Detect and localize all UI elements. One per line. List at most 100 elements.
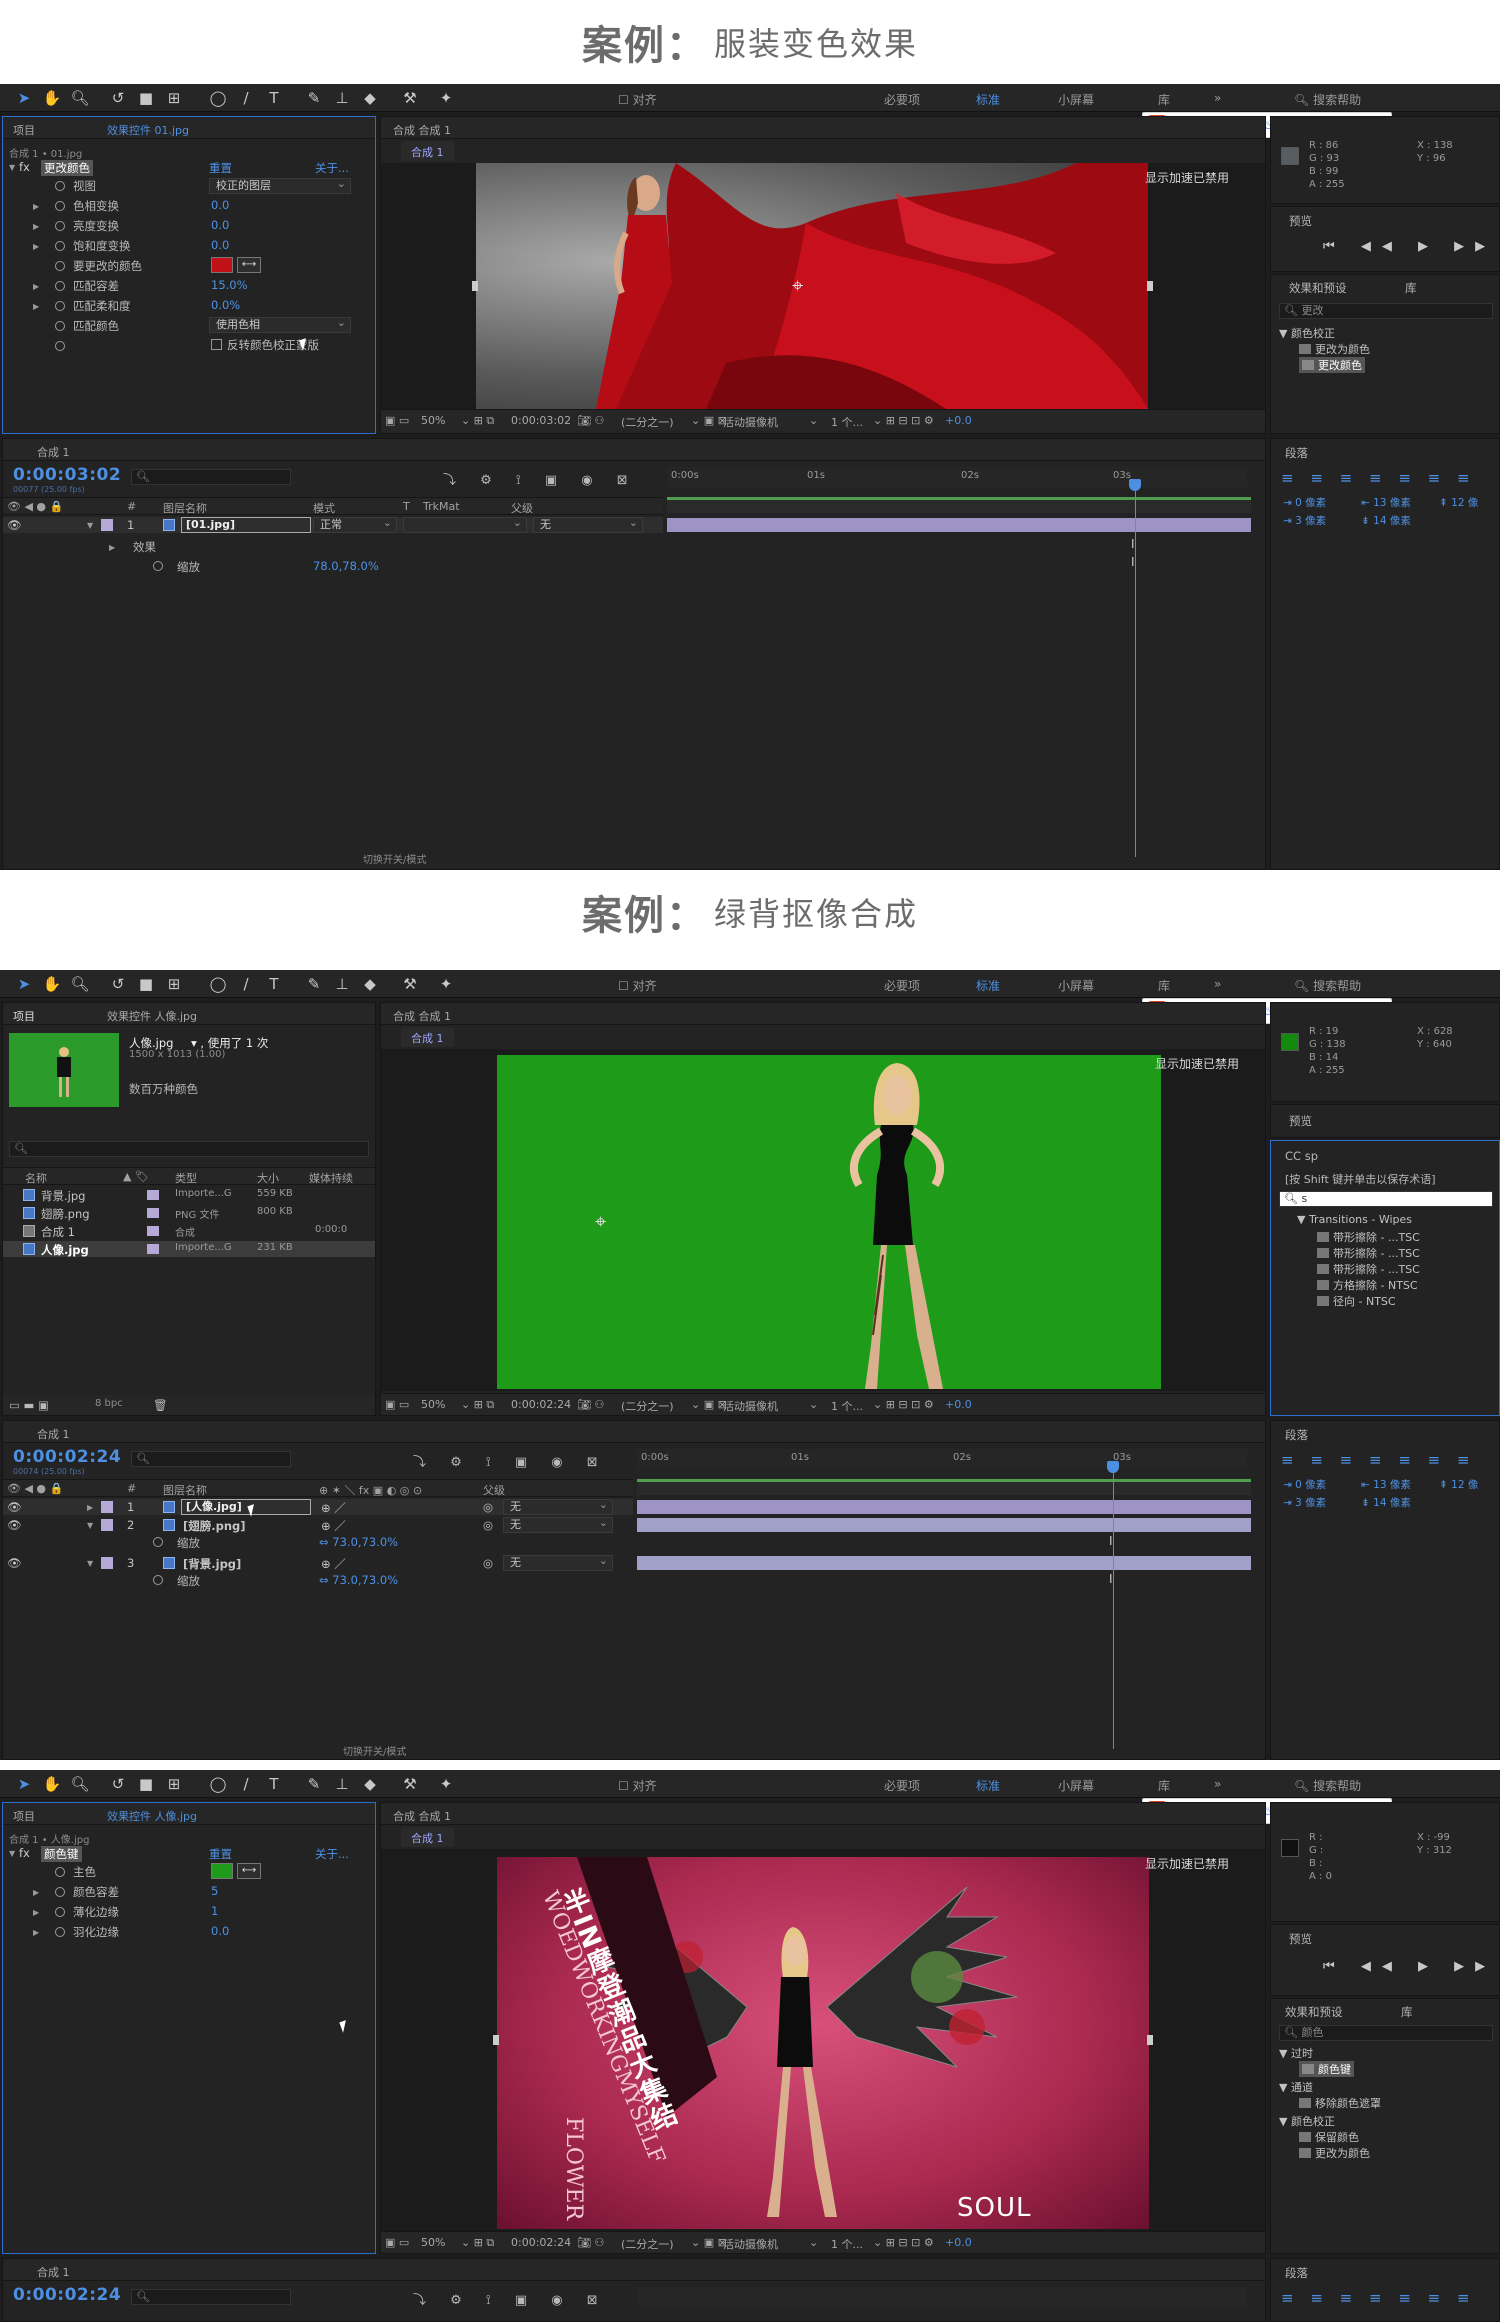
transport-controls[interactable]: ⏮ ◀◀ ▶ ▶▶ ⏭ [1323, 1959, 1500, 1974]
timeline-switch-icons[interactable]: ⤵ ⚙ ⟟ ▣ ◉ ⊠ [413, 1451, 608, 1470]
views-dropdown[interactable]: 1 个... [831, 414, 863, 430]
timeline-switch-icons[interactable]: ⤵ ⚙ ⟟ ▣ ◉ ⊠ [443, 469, 638, 488]
exposure-value[interactable]: +0.0 [945, 414, 972, 427]
layer-row[interactable]: 👁 ▼ 3 [背景.jpg] ⊕ ／ ◎ 无 [3, 1554, 633, 1571]
layer-name[interactable]: [01.jpg] [181, 517, 311, 533]
comp-subtab[interactable]: 合成 1 [401, 141, 454, 161]
stopwatch-icon[interactable] [55, 261, 65, 271]
hand-tool-icon[interactable]: ✋ [42, 88, 62, 108]
fx-tree-item[interactable]: 带形擦除 - ...TSC [1317, 1261, 1420, 1277]
parent-pick-whip[interactable]: ◎ [483, 1500, 493, 1514]
zoom-tool-icon[interactable]: 🔍︎ [70, 974, 90, 994]
saturation-transform-value[interactable]: 0.0 [211, 238, 229, 252]
timeline-tab[interactable]: 合成 1 [37, 2264, 70, 2280]
library-tab[interactable]: 库 [1401, 2004, 1413, 2020]
comp-subtab[interactable]: 合成 1 [401, 1027, 454, 1047]
workspace-library[interactable]: 库 [1158, 91, 1170, 108]
roto-tool-icon[interactable]: ⚒ [400, 974, 420, 994]
time-ruler[interactable]: 0:00s 01s 02s 03s [637, 1449, 1247, 1469]
exposure-value[interactable]: +0.0 [945, 1398, 972, 1411]
brush-tool-icon[interactable]: ✎ [304, 1774, 324, 1794]
pan-behind-tool-icon[interactable]: ⊞ [164, 88, 184, 108]
layer-search-input[interactable]: 🔍︎ [131, 1451, 291, 1467]
stopwatch-icon[interactable] [55, 341, 65, 351]
space-before[interactable]: ⇞ 12 像 [1439, 495, 1478, 510]
toggle-switches-modes[interactable]: 切换开关/模式 [343, 1743, 406, 1758]
resolution-dropdown[interactable]: (二分之一) [621, 1398, 674, 1414]
edge-thin-value[interactable]: 1 [211, 1904, 218, 1918]
puppet-tool-icon[interactable]: ✦ [436, 974, 456, 994]
indent-left[interactable]: ⇥ 0 像素 [1283, 1477, 1326, 1492]
zoom-dropdown[interactable]: 50% [421, 1398, 445, 1411]
effect-name[interactable]: 更改颜色 [41, 160, 93, 176]
scale-value[interactable]: 78.0,78.0% [313, 559, 379, 573]
edge-feather-value[interactable]: 0.0 [211, 1924, 229, 1938]
match-colors-dropdown[interactable]: 使用色相 [209, 316, 351, 333]
resolution-dropdown[interactable]: (二分之一) [621, 414, 674, 430]
clone-tool-icon[interactable]: ⊥ [332, 1774, 352, 1794]
fx-tree-item[interactable]: 径向 - NTSC [1317, 1293, 1396, 1309]
color-to-change-swatch[interactable] [211, 257, 233, 273]
workspace-small-screen[interactable]: 小屏幕 [1058, 1777, 1094, 1794]
layer-duration-bar[interactable] [667, 518, 1251, 532]
workspace-more[interactable]: » [1214, 1777, 1221, 1791]
about-link[interactable]: 关于... [315, 1846, 349, 1862]
selection-tool-icon[interactable]: ➤ [14, 974, 34, 994]
viewer-icons[interactable]: ▣ ▭ [385, 414, 409, 427]
snapshot-icon[interactable]: 📷︎ ⚇ [577, 414, 604, 427]
effects-group[interactable]: 效果 [133, 539, 156, 555]
stopwatch-icon[interactable] [55, 1887, 65, 1897]
shape-tool-icon[interactable]: ◯ [208, 974, 228, 994]
key-color-swatch[interactable] [211, 1863, 233, 1879]
cti-head[interactable] [1107, 1461, 1119, 1473]
align-toggle[interactable]: ☐ 对齐 [618, 91, 657, 108]
type-tool-icon[interactable]: T [264, 974, 284, 994]
zoom-tool-icon[interactable]: 🔍︎ [70, 88, 90, 108]
zoom-tool-icon[interactable]: 🔍︎ [70, 1774, 90, 1794]
puppet-tool-icon[interactable]: ✦ [436, 1774, 456, 1794]
zoom-dropdown[interactable]: 50% [421, 2236, 445, 2249]
keyframe-icon[interactable]: I [1131, 537, 1135, 551]
layer-name[interactable]: [翅膀.png] [183, 1518, 246, 1534]
pan-behind-tool-icon[interactable]: ⊞ [164, 974, 184, 994]
fx-tree-item-selected[interactable]: 颜色键 [1299, 2061, 1354, 2077]
camera-dropdown[interactable]: 活动摄像机 [723, 2236, 778, 2252]
effects-search-input[interactable]: 🔍︎ 颜色 [1279, 2025, 1493, 2041]
search-help[interactable]: 🔍︎ 搜索帮助 [1294, 1777, 1361, 1794]
stopwatch-icon[interactable] [55, 1927, 65, 1937]
parent-pick-whip[interactable]: ◎ [483, 1556, 493, 1570]
work-area-bar[interactable] [637, 1479, 1251, 1495]
stopwatch-icon[interactable] [55, 241, 65, 251]
keyframe-icon[interactable]: I [1131, 555, 1135, 569]
project-item[interactable]: 合成 1 合成 0:00:0 [3, 1223, 375, 1239]
stopwatch-icon[interactable] [55, 221, 65, 231]
timeline-switch-icons[interactable]: ⤵ ⚙ ⟟ ▣ ◉ ⊠ [413, 2289, 608, 2308]
fx-tree-item[interactable]: 更改为颜色 [1299, 2145, 1370, 2161]
fx-tree-item[interactable]: ▼ 过时 [1279, 2045, 1313, 2061]
project-search-input[interactable]: 🔍︎ [9, 1141, 369, 1157]
fx-tree-item[interactable]: ▼ Transitions - Wipes [1297, 1213, 1412, 1226]
zoom-dropdown[interactable]: 50% [421, 414, 445, 427]
exposure-value[interactable]: +0.0 [945, 2236, 972, 2249]
eraser-tool-icon[interactable]: ◆ [360, 1774, 380, 1794]
eyedropper-icon[interactable]: ⟷ [237, 1863, 261, 1879]
search-help[interactable]: 🔍︎ 搜索帮助 [1294, 91, 1361, 108]
eye-icon[interactable]: 👁 [7, 1500, 22, 1514]
eye-icon[interactable]: 👁 [7, 518, 22, 532]
about-link[interactable]: 关于... [315, 160, 349, 176]
type-tool-icon[interactable]: T [264, 88, 284, 108]
tab-effect-controls[interactable]: 效果控件 人像.jpg [107, 1008, 197, 1024]
space-after[interactable]: ⇟ 14 像素 [1361, 513, 1411, 528]
project-item[interactable]: 翅膀.png PNG 文件 800 KB [3, 1205, 375, 1221]
timeline-timecode[interactable]: 0:00:03:02 [13, 465, 121, 485]
effects-search-input[interactable]: 🔍︎ 更改 [1279, 303, 1493, 319]
first-line-indent[interactable]: ⇥ 3 像素 [1283, 1495, 1326, 1510]
fx-tree-item-selected[interactable]: 更改颜色 [1299, 357, 1365, 373]
workspace-essentials[interactable]: 必要项 [884, 1777, 920, 1794]
align-buttons[interactable]: ≡ ≡ ≡ ≡ ≡ ≡ ≡ [1281, 2289, 1476, 2307]
search-help[interactable]: 🔍︎ 搜索帮助 [1294, 977, 1361, 994]
stopwatch-icon[interactable] [55, 1907, 65, 1917]
timeline-tab[interactable]: 合成 1 [37, 444, 70, 460]
layer-row[interactable]: 👁 ▼ 1 [01.jpg] 正常 无 [3, 516, 663, 533]
layer-duration-bar[interactable] [637, 1556, 1251, 1570]
